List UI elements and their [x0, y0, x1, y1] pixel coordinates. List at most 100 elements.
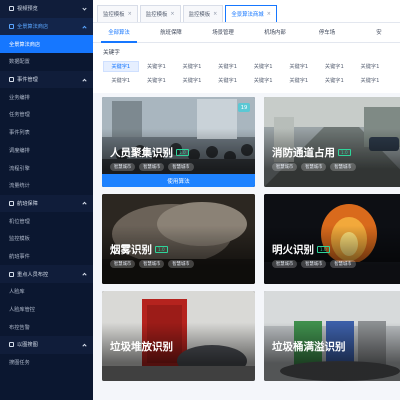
- sidebar-item[interactable]: 流量统计: [0, 177, 93, 195]
- card-overlay: [264, 194, 400, 284]
- sidebar-item[interactable]: 业务编排: [0, 88, 93, 106]
- use-algorithm-button[interactable]: 使用算法: [102, 174, 255, 187]
- category-tab[interactable]: 场景管理: [197, 23, 249, 43]
- close-icon[interactable]: ×: [267, 11, 271, 17]
- sidebar-item[interactable]: 航班事件: [0, 248, 93, 266]
- sidebar-item[interactable]: 机位管理: [0, 212, 93, 230]
- keyword-chip[interactable]: 关键字1: [352, 61, 388, 72]
- sidebar-item[interactable]: 人脸库管控: [0, 301, 93, 319]
- keyword-chip[interactable]: 关键字1: [174, 75, 210, 86]
- sidebar-item-label: 全景算法商店: [9, 41, 41, 48]
- keyword-chip[interactable]: 关键字1: [245, 75, 281, 86]
- card-title-text: 烟雾识别: [110, 244, 152, 256]
- sidebar-item-label: 人脸库: [9, 289, 25, 296]
- tag: 智慧城市: [272, 260, 298, 268]
- sidebar-item[interactable]: 流程引擎: [0, 159, 93, 177]
- sidebar-item-label: 搜图任务: [9, 360, 30, 367]
- keyword-chip[interactable]: 关键字1: [210, 61, 246, 72]
- algorithm-card[interactable]: 明火识别1.0智慧城市智慧城市智慧城市12: [264, 194, 400, 284]
- sidebar-item[interactable]: 调度编排: [0, 142, 93, 160]
- sidebar-item[interactable]: 全景算法商店: [0, 17, 93, 36]
- close-icon[interactable]: ×: [128, 11, 132, 17]
- chevron-icon: [82, 6, 87, 11]
- sidebar-item[interactable]: 以图搜图: [0, 336, 93, 354]
- menu-group-icon: [9, 77, 14, 83]
- sidebar-item[interactable]: 航班保障: [0, 194, 93, 213]
- tag: 智慧城市: [110, 260, 136, 268]
- sidebar-item[interactable]: 全景算法商店: [0, 35, 93, 54]
- algorithm-card[interactable]: 烟雾识别 1.0 智慧城市 智慧城市 智慧城市: [102, 194, 255, 284]
- keyword-filter: 关键字 关键字1 关键字1 关键字1 关键字1 关键字1 关键字1 关键字1 关键字1 关键字1…: [93, 43, 400, 93]
- tag: 智慧城市: [330, 163, 356, 171]
- menu-group-icon: [9, 24, 14, 30]
- keyword-chip[interactable]: 关键字1: [103, 61, 139, 72]
- keyword-chip[interactable]: 关键字1: [317, 75, 353, 86]
- sidebar-item-label: 布控告警: [9, 324, 30, 331]
- algorithm-card[interactable]: 垃圾桶满溢识别: [264, 291, 400, 381]
- close-icon[interactable]: ×: [170, 11, 174, 17]
- sidebar-item-label: 重点人员布控: [17, 271, 49, 278]
- card-overlay: [264, 291, 400, 381]
- keyword-chip[interactable]: 关键字1: [139, 75, 175, 86]
- card-title: 垃圾堆放识别: [110, 339, 173, 354]
- keyword-chip[interactable]: 关键字1: [281, 61, 317, 72]
- keyword-chip[interactable]: 关键字1: [103, 75, 139, 86]
- card-title: 消防通道占用 1.0: [272, 145, 351, 160]
- sidebar-item[interactable]: 任务管理: [0, 106, 93, 124]
- sidebar-item[interactable]: 视频预览: [0, 0, 93, 18]
- card-title-text: 垃圾桶满溢识别: [272, 341, 346, 353]
- sidebar-item-label: 航班保障: [17, 200, 38, 207]
- count-badge: 19: [238, 103, 250, 112]
- card-title: 人员聚集识别 1.0: [110, 145, 189, 160]
- keyword-chip[interactable]: 关键字1: [317, 61, 353, 72]
- tab[interactable]: 监控模板 ×: [139, 5, 181, 22]
- category-nav: 全部算法 航班保障 场景管理 机场内部 停车场安: [93, 23, 400, 43]
- keyword-chip[interactable]: 关键字1: [281, 75, 317, 86]
- chevron-icon: [82, 25, 87, 30]
- category-tab[interactable]: 航班保障: [145, 23, 197, 43]
- keyword-chip[interactable]: 关键字1: [139, 61, 175, 72]
- tab-label: 监控模板: [188, 12, 211, 18]
- menu-group-icon: [9, 6, 14, 12]
- category-tab[interactable]: 全部算法: [93, 23, 145, 43]
- sidebar-item[interactable]: 数据配置: [0, 53, 93, 71]
- card-title-text: 明火识别: [272, 244, 314, 256]
- close-icon[interactable]: ×: [213, 11, 217, 17]
- keyword-row: 关键字1 关键字1 关键字1 关键字1 关键字1 关键字1 关键字1 关键字1: [103, 61, 390, 72]
- tab-label: 监控模板: [103, 12, 125, 18]
- sidebar-item[interactable]: 监控模板: [0, 230, 93, 248]
- keyword-chip[interactable]: 关键字1: [174, 61, 210, 72]
- algorithm-card[interactable]: 消防通道占用 1.0 智慧城市 智慧城市 智慧城市: [264, 97, 400, 187]
- card-title: 烟雾识别 1.0: [110, 242, 168, 257]
- menu-group-icon: [9, 342, 14, 348]
- keyword-chip[interactable]: 关键字1: [245, 61, 281, 72]
- tag: 智慧城市: [330, 260, 356, 268]
- tab[interactable]: 监控模板 ×: [182, 5, 224, 22]
- tab[interactable]: 监控模板 ×: [97, 5, 138, 22]
- category-tab[interactable]: 停车场: [301, 23, 353, 43]
- card-title: 垃圾桶满溢识别: [272, 339, 346, 354]
- tag: 智慧城市: [139, 260, 165, 268]
- tab[interactable]: 全景算法商城 ×: [225, 5, 277, 22]
- card-tags: 智慧城市 智慧城市 智慧城市: [272, 163, 356, 171]
- tag: 智慧城市: [272, 163, 298, 171]
- sidebar-item[interactable]: 人脸库: [0, 283, 93, 301]
- card-overlay: [102, 194, 255, 284]
- category-tab[interactable]: 机场内部: [249, 23, 301, 43]
- sidebar: 视频预览 全景算法商店 全景算法商店 数据配置 事件管理 业务编排 任务管理 事件列表 调度编排…: [0, 0, 93, 400]
- version-badge: 1.0: [317, 246, 330, 253]
- keyword-chip[interactable]: 关键字1: [210, 75, 246, 86]
- chevron-icon: [82, 78, 87, 83]
- sidebar-item[interactable]: 搜图任务: [0, 354, 93, 372]
- sidebar-item-label: 流量统计: [9, 183, 30, 190]
- keyword-chip[interactable]: 关键字1: [352, 75, 388, 86]
- sidebar-item[interactable]: 事件管理: [0, 70, 93, 89]
- sidebar-item-label: 业务编排: [9, 94, 30, 101]
- chevron-icon: [82, 272, 87, 278]
- sidebar-item[interactable]: 布控告警: [0, 318, 93, 336]
- category-tab[interactable]: 安: [353, 23, 400, 43]
- sidebar-item[interactable]: 事件列表: [0, 124, 93, 142]
- algorithm-card[interactable]: 垃圾堆放识别: [102, 291, 255, 381]
- sidebar-item[interactable]: 重点人员布控: [0, 265, 93, 283]
- algorithm-card[interactable]: 人员聚集识别 1.0 智慧城市 智慧城市 智慧城市 19 使用算法: [102, 97, 255, 187]
